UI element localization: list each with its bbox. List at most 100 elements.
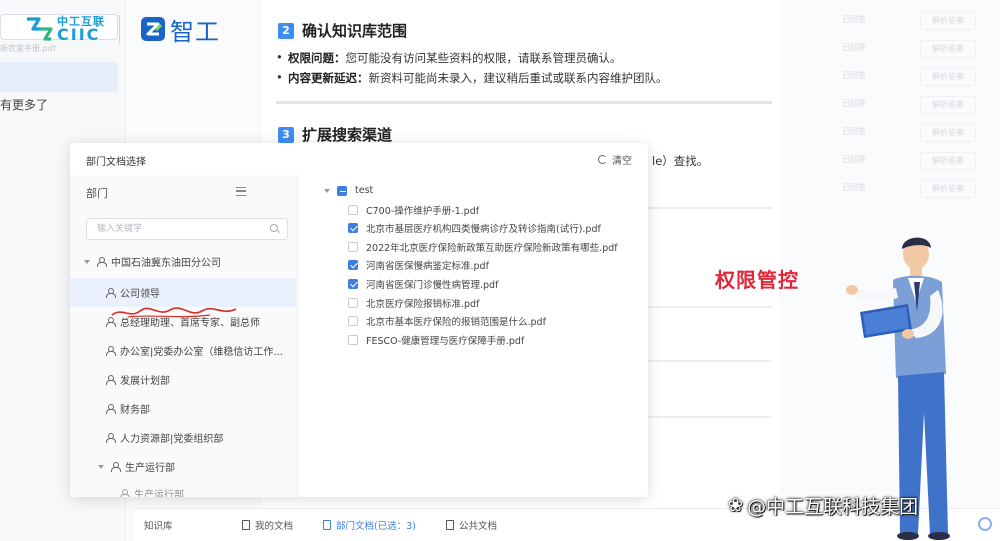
chevron-down-icon[interactable] [98, 464, 104, 469]
bullet-permission: 权限问题：您可能没有访问某些资料的权限，请联系管理员确认。 [276, 50, 621, 66]
tab-label: 公共文档 [458, 521, 497, 532]
file-row[interactable]: 河南省医保门诊慢性病管理.pdf [304, 274, 644, 293]
file-checklist-panel: test C700-操作维护手册-1.pdf 北京市基层医疗机构四类慢病诊疗及转诊… [304, 175, 648, 497]
ciic-logo-icon [27, 17, 53, 41]
tab-dept-docs[interactable]: 部门文档(已选：3) [323, 518, 416, 532]
dept-doc-select-dialog: 部门文档选择 清空 部门 中国石油冀东油田分公司 公司领 [70, 143, 648, 497]
status-tag: 已回答 [842, 43, 866, 52]
dialog-header: 部门文档选择 清空 [70, 143, 648, 175]
person-icon [106, 433, 116, 443]
file-row[interactable]: 2022年北京医疗保险新政策互助医疗保险新政策有哪些.pdf [304, 237, 644, 256]
file-row[interactable]: FESCO-健康管理与医疗保障手册.pdf [304, 330, 644, 349]
tree-node-department[interactable]: 发展计划部 [70, 365, 296, 394]
person-icon [106, 346, 116, 356]
bullet-text: 新资料可能尚未录入，建议稍后重试或联系内容维护团队。 [368, 71, 668, 85]
brand-en: CIIC [57, 24, 101, 44]
department-tree-panel: 部门 中国石油冀东油田分公司 公司领导 总经理助理、首席专家、副总师 [70, 175, 298, 497]
file-checkbox[interactable] [348, 241, 358, 252]
watermark: ❀ @中工互联科技集团 [728, 492, 918, 519]
sidebar-selected-item[interactable] [0, 62, 118, 92]
tree-node-root[interactable]: 中国石油冀东油田分公司 [70, 247, 296, 276]
document-icon [323, 520, 332, 530]
tree-node-label: 生产运行部 [125, 463, 175, 474]
person-icon [106, 288, 116, 298]
product-name: 智工 [170, 17, 220, 46]
status-tag: 已回答 [842, 155, 866, 164]
section-2-title: 2 确认知识库范围 [278, 20, 407, 41]
bullet-update-delay: 内容更新延迟：新资料可能尚未录入，建议稍后重试或联系内容维护团队。 [276, 70, 668, 86]
section-divider [276, 101, 772, 104]
bullet-label: 内容更新延迟： [288, 71, 369, 85]
parse-answer-button[interactable]: 解析答案 [920, 12, 976, 30]
parse-answer-button[interactable]: 解析答案 [920, 124, 976, 142]
file-name: C700-操作维护手册-1.pdf [366, 205, 480, 217]
file-name: 河南省医保门诊慢性病管理.pdf [366, 279, 499, 291]
list-item: 已回答 解析答案 [780, 66, 1000, 88]
parse-answer-button[interactable]: 解析答案 [920, 68, 976, 86]
tab-public-docs[interactable]: 公共文档 [445, 518, 497, 532]
department-search-input[interactable] [86, 218, 288, 240]
tab-my-docs[interactable]: 我的文档 [242, 518, 293, 532]
section-3-badge: 3 [278, 126, 294, 143]
section-3-trailing-text: le）查找。 [652, 154, 709, 168]
tab-label: 我的文档 [255, 521, 294, 532]
tree-node-department[interactable]: 办公室|党委办公室（维稳信访工作... [70, 336, 296, 365]
status-tag: 已回答 [842, 99, 866, 108]
person-icon [106, 375, 116, 385]
list-item: 已回答 解析答案 [780, 178, 1000, 200]
brand-logos: 中工互联 CIIC 智工 [24, 10, 220, 48]
clear-button[interactable]: 清空 [598, 152, 632, 167]
tree-node-department[interactable]: 人力资源部|党委组织部 [70, 423, 296, 452]
file-name: 北京市基本医疗保险的报销范围是什么.pdf [366, 317, 546, 329]
tree-node-child-cut[interactable]: 生产运行部 [70, 479, 296, 497]
file-row[interactable]: 北京市基层医疗机构四类慢病诊疗及转诊指南(试行).pdf [304, 219, 644, 238]
status-tag: 已回答 [842, 127, 866, 136]
file-checkbox[interactable] [348, 316, 358, 327]
paw-icon: ❀ [728, 495, 744, 516]
list-item: 已回答 解析答案 [780, 10, 1000, 32]
tree-node-label: 公司领导 [120, 289, 160, 300]
tree-node-group[interactable]: 生产运行部 [70, 452, 296, 481]
parse-answer-button[interactable]: 解析答案 [920, 40, 976, 58]
folder-checkbox[interactable] [337, 185, 347, 196]
refresh-icon [598, 155, 607, 164]
tree-node-department[interactable]: 财务部 [70, 394, 296, 423]
person-icon [120, 489, 130, 497]
tree-node-company-leaders[interactable]: 公司领导 [70, 278, 296, 307]
menu-icon[interactable] [236, 187, 246, 196]
chevron-down-icon[interactable] [84, 259, 90, 264]
file-checkbox[interactable] [348, 334, 358, 345]
tab-label: 部门文档(已选：3) [336, 521, 416, 532]
tree-node-label: 生产运行部 [134, 490, 184, 497]
settings-icon[interactable] [978, 517, 992, 531]
search-icon[interactable] [270, 224, 278, 232]
parse-answer-button[interactable]: 解析答案 [920, 152, 976, 170]
document-icon [242, 520, 250, 530]
chevron-down-icon[interactable] [324, 188, 330, 193]
file-name: 北京医疗保险报销标准.pdf [366, 298, 480, 310]
file-name: FESCO-健康管理与医疗保障手册.pdf [366, 335, 525, 347]
section-3-heading: 扩展搜索渠道 [302, 126, 393, 144]
watermark-text: @中工互联科技集团 [747, 496, 919, 518]
file-checkbox[interactable] [348, 297, 358, 308]
logo-divider [119, 15, 120, 43]
file-row[interactable]: 河南省医保慢病鉴定标准.pdf [304, 256, 644, 275]
file-row[interactable]: 北京市基本医疗保险的报销范围是什么.pdf [304, 312, 644, 331]
file-row[interactable]: C700-操作维护手册-1.pdf [304, 200, 644, 219]
ciic-wordmark: 中工互联 CIIC [57, 16, 105, 43]
person-icon [106, 317, 116, 327]
file-checkbox-checked[interactable] [348, 260, 358, 271]
parse-answer-button[interactable]: 解析答案 [920, 96, 976, 114]
file-checkbox-checked[interactable] [348, 278, 358, 289]
folder-row[interactable]: test [304, 181, 644, 200]
tree-node-label: 总经理助理、首席专家、副总师 [120, 318, 260, 329]
file-checkbox[interactable] [348, 204, 358, 215]
parse-answer-button[interactable]: 解析答案 [920, 180, 976, 198]
document-icon [445, 520, 454, 530]
list-item: 已回答 解析答案 [780, 38, 1000, 60]
file-checkbox-checked[interactable] [348, 223, 358, 234]
section-2-heading: 确认知识库范围 [302, 22, 408, 40]
permission-control-caption: 权限管控 [715, 268, 799, 292]
tree-node-department[interactable]: 总经理助理、首席专家、副总师 [70, 307, 296, 336]
file-row[interactable]: 北京医疗保险报销标准.pdf [304, 293, 644, 312]
